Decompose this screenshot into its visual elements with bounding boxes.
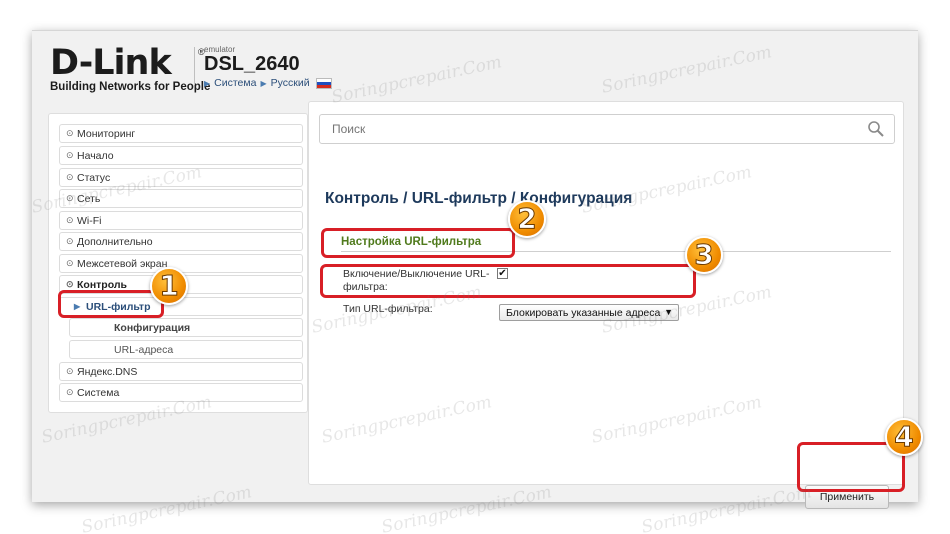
- sidebar-item-label: Wi-Fi: [77, 214, 102, 227]
- header-links: ▶ Система ▶ Русский: [204, 77, 332, 89]
- sidebar-menu: ⊙ Мониторинг ⊙ Начало ⊙ Статус ⊙ Сеть ⊙ Wi-Fi…: [48, 113, 308, 413]
- sidebar-item-label: Система: [77, 386, 120, 399]
- device-model: DSL_2640: [204, 53, 300, 75]
- sidebar-item-label: Начало: [77, 149, 114, 162]
- sidebar-subitem-configuration[interactable]: Конфигурация: [69, 318, 303, 337]
- url-filter-type-select[interactable]: Блокировать указанные адреса ▼: [499, 304, 679, 321]
- url-filter-toggle-label: Включение/Выключение URL-фильтра:: [343, 268, 490, 293]
- url-filter-type-label: Тип URL-фильтра:: [343, 303, 433, 315]
- logo-tagline: Building Networks for People: [50, 81, 211, 93]
- sidebar-subitem-label: URL-адреса: [114, 343, 174, 356]
- triangle-right-icon: ▶: [204, 78, 211, 88]
- sidebar-item-label: Сеть: [77, 192, 101, 205]
- sidebar-item-status[interactable]: ⊙ Статус: [59, 168, 303, 187]
- step-badge-1: 1: [150, 267, 188, 305]
- dropdown-arrow-icon: ▼: [664, 307, 673, 317]
- sidebar-item-monitoring[interactable]: ⊙ Мониторинг: [59, 124, 303, 143]
- step-badge-4: 4: [885, 418, 923, 456]
- language-link[interactable]: Русский: [271, 77, 310, 89]
- expand-arrow-icon: ⊙: [66, 172, 74, 182]
- sidebar-item-system[interactable]: ⊙ Система: [59, 383, 303, 402]
- expand-arrow-icon: ⊙: [66, 150, 74, 160]
- system-link[interactable]: Система: [214, 77, 256, 89]
- apply-button[interactable]: Применить: [805, 485, 889, 509]
- sidebar-subitem-label: URL-фильтр: [86, 300, 151, 313]
- sidebar-subitem-url-addresses[interactable]: URL-адреса: [69, 340, 303, 359]
- main-content-panel: Контроль / URL-фильтр / Конфигурация Нас…: [308, 101, 904, 509]
- sidebar-item-label: Статус: [77, 171, 111, 184]
- sidebar-item-label: Дополнительно: [77, 235, 153, 248]
- triangle-right-icon: ▶: [74, 302, 81, 311]
- search-input[interactable]: [319, 114, 895, 144]
- url-filter-toggle-checkbox[interactable]: ✔: [497, 268, 508, 279]
- expand-arrow-icon: ⊙: [66, 236, 74, 246]
- sidebar-item-yandex-dns[interactable]: ⊙ Яндекс.DNS: [59, 362, 303, 381]
- logo-wordmark: D-Link: [50, 43, 172, 83]
- expand-arrow-icon: ⊙: [66, 258, 74, 268]
- expand-arrow-icon: ⊙: [66, 387, 74, 397]
- step-badge-2: 2: [508, 200, 546, 238]
- expand-arrow-icon: ⊙: [66, 128, 74, 138]
- expand-arrow-icon: ⊙: [66, 366, 74, 376]
- sidebar-subitem-label: Конфигурация: [114, 321, 191, 334]
- sidebar-item-label: Межсетевой экран: [77, 257, 168, 270]
- triangle-right-icon: ▶: [260, 78, 267, 88]
- dlink-logo: D-Link ® Building Networks for People: [50, 45, 210, 93]
- sidebar-item-firewall[interactable]: ⊙ Межсетевой экран: [59, 254, 303, 273]
- step-badge-3: 3: [685, 236, 723, 274]
- select-value: Блокировать указанные адреса: [506, 306, 661, 319]
- page-title: Контроль / URL-фильтр / Конфигурация: [325, 190, 633, 207]
- header-divider: [194, 47, 195, 85]
- search-icon[interactable]: [867, 120, 885, 138]
- sidebar-item-advanced[interactable]: ⊙ Дополнительно: [59, 232, 303, 251]
- expand-arrow-icon: ⊙: [66, 215, 74, 225]
- sidebar-item-start[interactable]: ⊙ Начало: [59, 146, 303, 165]
- router-web-ui: D-Link ® Building Networks for People em…: [32, 30, 918, 509]
- sidebar-item-label: Контроль: [77, 278, 127, 291]
- russia-flag-icon[interactable]: [315, 77, 332, 89]
- sidebar-item-wifi[interactable]: ⊙ Wi-Fi: [59, 211, 303, 230]
- section-divider: [341, 251, 891, 252]
- sidebar-item-label: Яндекс.DNS: [77, 365, 138, 378]
- collapse-arrow-icon: ⊙: [66, 279, 74, 289]
- sidebar-item-network[interactable]: ⊙ Сеть: [59, 189, 303, 208]
- sidebar-item-label: Мониторинг: [77, 127, 136, 140]
- expand-arrow-icon: ⊙: [66, 193, 74, 203]
- section-title: Настройка URL-фильтра: [341, 236, 482, 248]
